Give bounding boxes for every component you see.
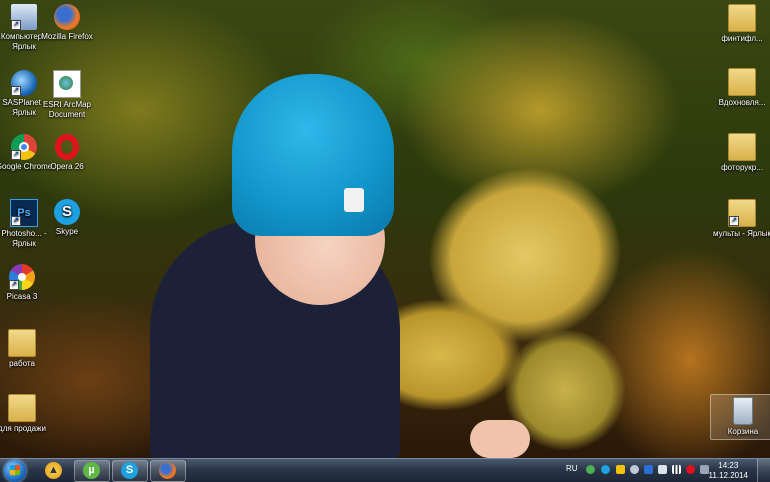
desktop-icon-label: Picasa 3	[6, 292, 38, 301]
desktop-icon-recycle-bin[interactable]: Корзина	[710, 394, 770, 440]
taskbar: ▲ µ S RU 14:23 11.12.2014	[0, 458, 770, 482]
utorrent-icon: µ	[83, 462, 100, 479]
system-clock[interactable]: 14:23 11.12.2014	[709, 461, 748, 481]
desktop-icon-folder-dlya-prodazhi[interactable]: для продажи	[0, 394, 54, 434]
desktop-icon-label: Вдохновля...	[718, 98, 766, 107]
cloud-tray-icon[interactable]	[630, 465, 639, 474]
computer-icon: ↗	[11, 4, 37, 30]
desktop-icon-skype[interactable]: S Skype	[35, 199, 99, 237]
aimp-icon: ▲	[45, 462, 62, 479]
taskbar-utorrent-button[interactable]: µ	[74, 460, 110, 482]
start-button[interactable]	[4, 460, 26, 482]
folder-shortcut-icon: ↗	[728, 199, 756, 227]
clock-date: 11.12.2014	[708, 471, 748, 480]
desktop-icon-folder-fintifl[interactable]: финтифл...	[710, 4, 770, 44]
picasa-icon: ↗	[9, 264, 35, 290]
language-indicator[interactable]: RU	[566, 464, 578, 473]
taskbar-firefox-button[interactable]	[150, 460, 186, 482]
show-desktop-button[interactable]	[757, 459, 770, 482]
desktop-icon-folder-rabota[interactable]: работа	[0, 329, 54, 369]
desktop-icon-label: работа	[9, 359, 35, 368]
firefox-icon	[54, 4, 80, 30]
hat-label-shape	[344, 188, 364, 212]
folder-icon	[8, 329, 36, 357]
photoshop-icon: Ps ↗	[10, 199, 38, 227]
desktop-icon-label: для продажи	[0, 424, 46, 433]
desktop-icon-firefox[interactable]: Mozilla Firefox	[35, 4, 99, 42]
utorrent-tray-icon[interactable]	[586, 465, 595, 474]
desktop-icon-label: ESRI ArcMap Document	[42, 100, 91, 119]
desktop-icon-label: мульты - Ярлык	[712, 229, 770, 238]
network-signal-icon[interactable]	[672, 465, 681, 474]
desktop-icon-label: Skype	[55, 227, 79, 236]
sasplanet-icon: ↗	[11, 70, 37, 96]
opera-tray-icon[interactable]	[686, 465, 695, 474]
taskbar-skype-button[interactable]: S	[112, 460, 148, 482]
bluetooth-tray-icon[interactable]	[644, 465, 653, 474]
desktop-icon-label: Корзина	[727, 427, 759, 436]
blue-hat-shape	[232, 74, 394, 236]
skype-tray-icon[interactable]	[601, 465, 610, 474]
chrome-icon: ↗	[11, 134, 37, 160]
desktop-icon-label: Opera 26	[50, 162, 84, 171]
desktop-icon-picasa[interactable]: ↗ Picasa 3	[0, 264, 54, 302]
desktop-icon-folder-fotorukr[interactable]: фоторукр...	[710, 133, 770, 173]
desktop-icon-multy[interactable]: ↗ мульты - Ярлык	[710, 199, 770, 239]
desktop-icon-folder-vdokhnovlya[interactable]: Вдохновля...	[710, 68, 770, 108]
folder-tray-icon[interactable]	[616, 465, 625, 474]
folder-icon	[8, 394, 36, 422]
windows-logo-icon	[10, 465, 20, 475]
desktop-icon-label: Mozilla Firefox	[41, 32, 93, 41]
folder-icon	[728, 68, 756, 96]
volume-icon[interactable]	[658, 465, 667, 474]
desktop-icon-opera[interactable]: Opera 26	[35, 134, 99, 172]
skype-icon: S	[121, 462, 138, 479]
clock-time: 14:23	[718, 461, 739, 470]
child-hand-shape	[470, 420, 530, 458]
arcmap-icon	[53, 70, 81, 98]
desktop-icon-label: финтифл...	[721, 34, 763, 43]
firefox-icon	[159, 462, 176, 479]
desktop-icon-arcmap[interactable]: ESRI ArcMap Document	[35, 70, 99, 120]
skype-icon: S	[54, 199, 80, 225]
desktop-icon-label: фоторукр...	[721, 163, 763, 172]
folder-icon	[728, 133, 756, 161]
recycle-bin-icon	[733, 397, 753, 425]
opera-icon	[55, 134, 79, 160]
folder-icon	[728, 4, 756, 32]
desktop-wallpaper	[0, 0, 770, 458]
taskbar-aimp-button[interactable]: ▲	[36, 460, 72, 482]
